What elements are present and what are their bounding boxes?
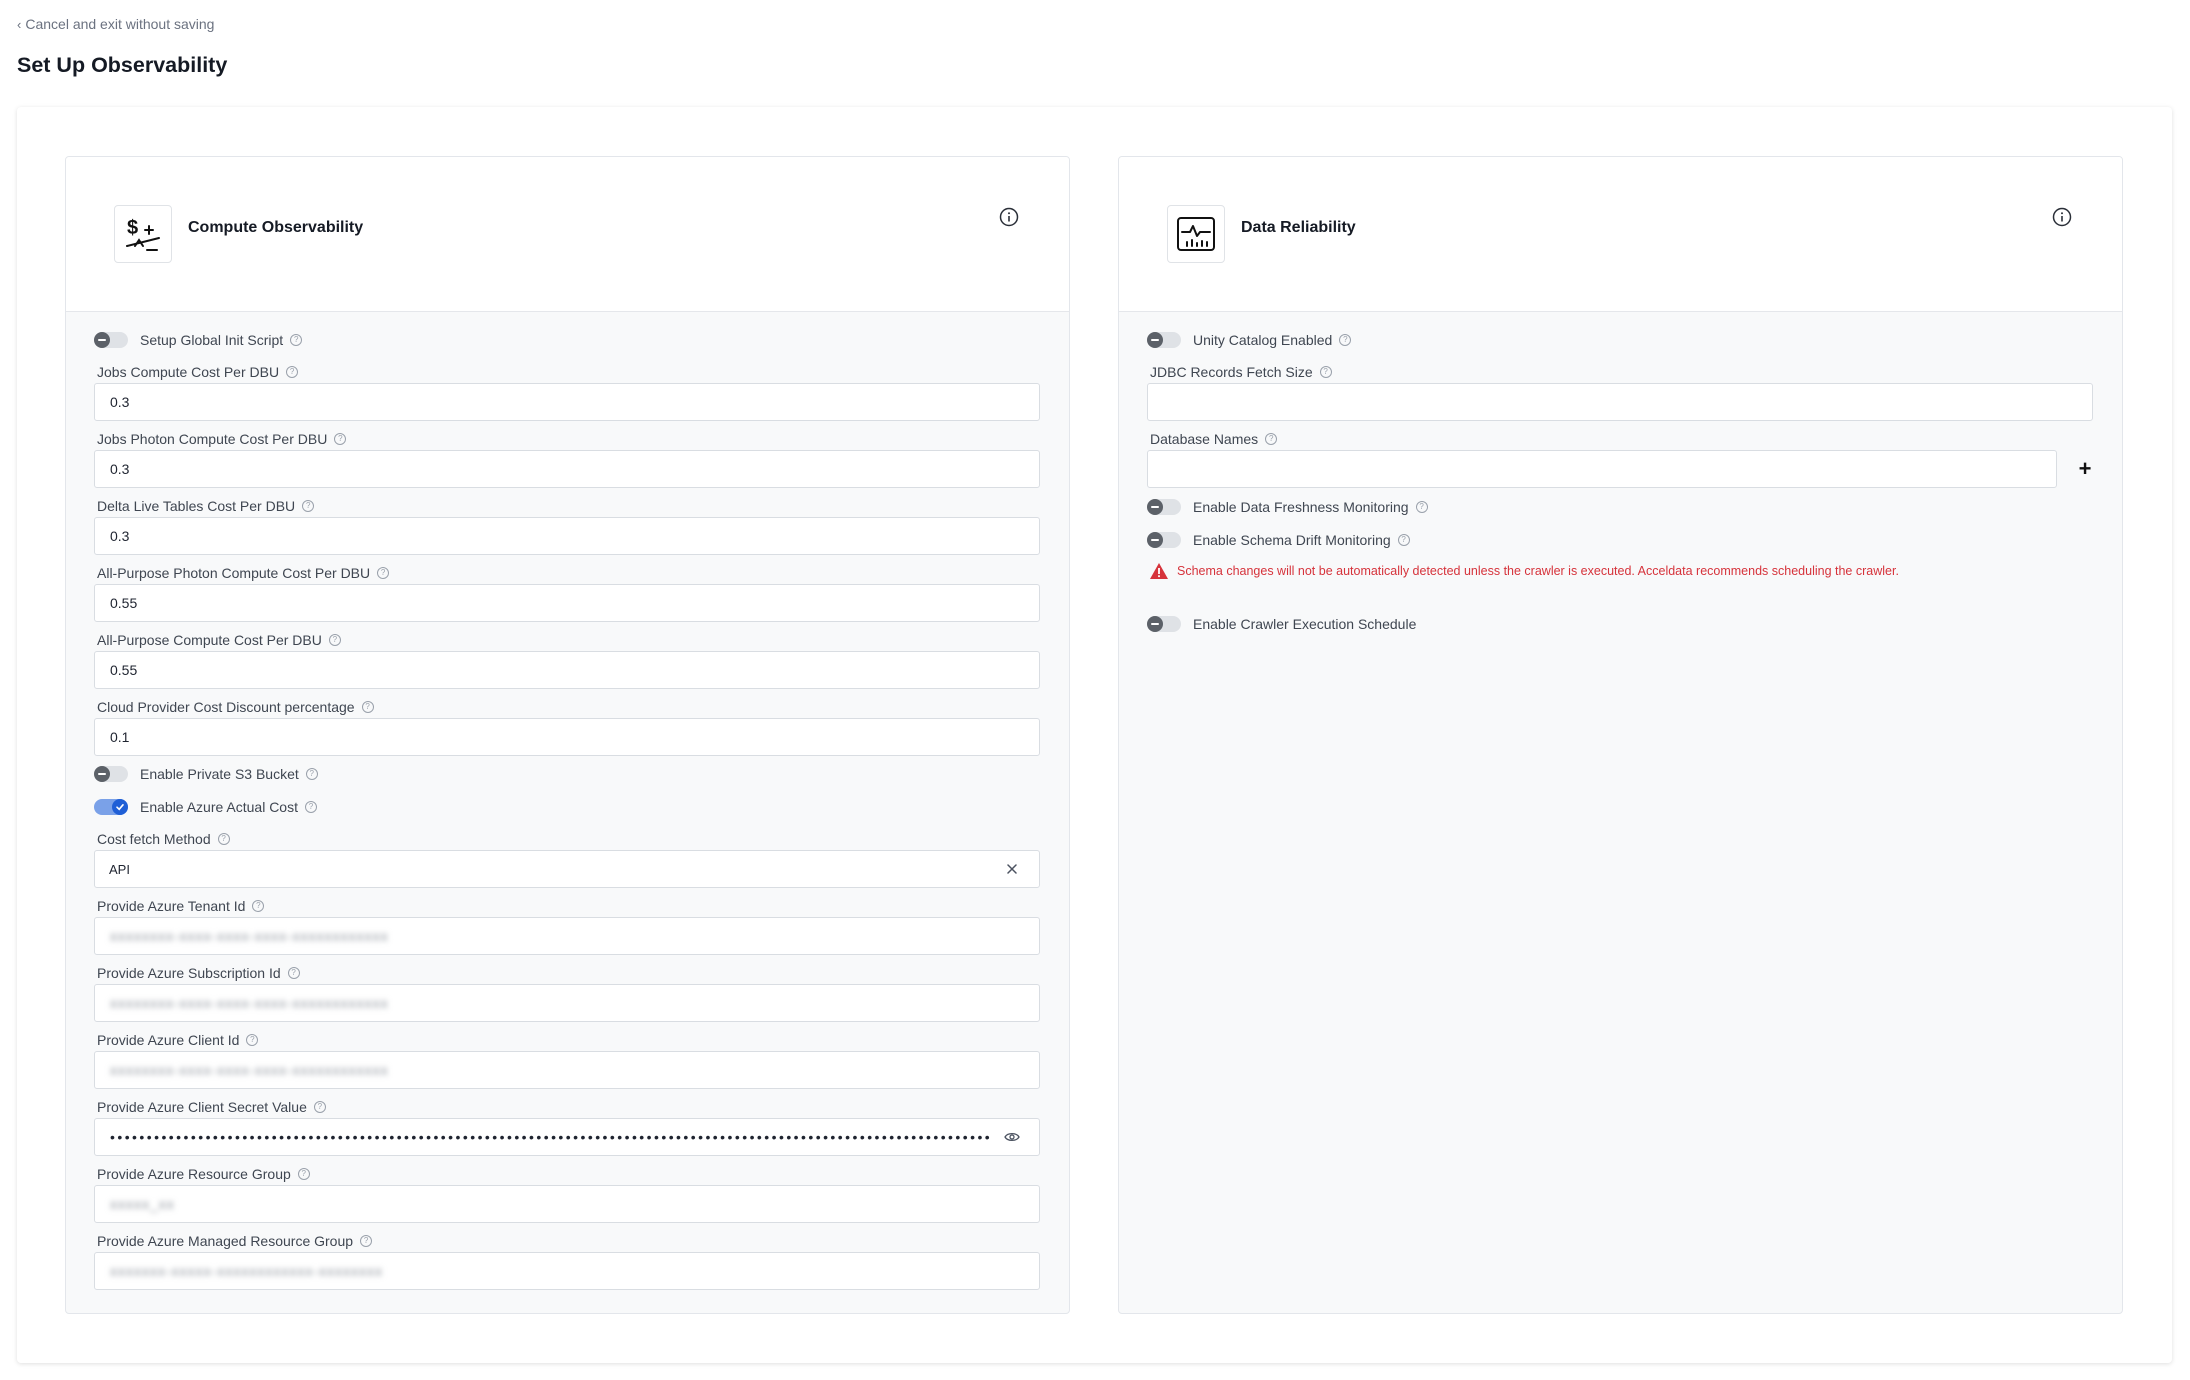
schema-drift-label: Enable Schema Drift Monitoring xyxy=(1193,532,1391,548)
schema-warning: Schema changes will not be automatically… xyxy=(1149,562,1899,580)
crawler-schedule-row: Enable Crawler Execution Schedule xyxy=(1147,616,1416,632)
freshness-toggle[interactable] xyxy=(1147,499,1181,515)
private-s3-row: Enable Private S3 Bucket ? xyxy=(94,766,318,782)
client-secret-input[interactable]: ••••••••••••••••••••••••••••••••••••••••… xyxy=(94,1118,1040,1156)
global-init-row: Setup Global Init Script ? xyxy=(94,332,303,348)
tenant-id-label: Provide Azure Tenant Id? xyxy=(97,898,265,914)
jobs-compute-input[interactable]: 0.3 xyxy=(94,383,1040,421)
subscription-id-input[interactable]: xxxxxxxx-xxxx-xxxx-xxxx-xxxxxxxxxxxx xyxy=(94,984,1040,1022)
schema-drift-toggle[interactable] xyxy=(1147,532,1181,548)
cost-fetch-label: Cost fetch Method? xyxy=(97,831,230,847)
add-database-button[interactable]: + xyxy=(2071,450,2099,488)
compute-panel-title: Compute Observability xyxy=(188,219,364,236)
help-icon[interactable]: ? xyxy=(1265,433,1278,445)
discount-input[interactable]: 0.1 xyxy=(94,718,1040,756)
global-init-label: Setup Global Init Script xyxy=(140,332,284,348)
cancel-exit-label: Cancel and exit without saving xyxy=(25,16,215,32)
warning-icon xyxy=(1150,563,1168,579)
crawler-schedule-label: Enable Crawler Execution Schedule xyxy=(1193,616,1417,632)
crawler-schedule-toggle[interactable] xyxy=(1147,616,1181,632)
managed-rg-label: Provide Azure Managed Resource Group? xyxy=(97,1233,373,1249)
compute-panel-header: $ Compute Observability xyxy=(66,157,1069,312)
help-icon[interactable]: ? xyxy=(361,701,374,713)
help-icon[interactable]: ? xyxy=(302,500,315,512)
jobs-photon-label: Jobs Photon Compute Cost Per DBU? xyxy=(97,431,347,447)
help-icon[interactable]: ? xyxy=(246,1034,259,1046)
data-reliability-panel: Data Reliability Unity Catalog Enabled ?… xyxy=(1118,156,2123,1314)
ap-photon-label: All-Purpose Photon Compute Cost Per DBU? xyxy=(97,565,390,581)
discount-label: Cloud Provider Cost Discount percentage? xyxy=(97,699,374,715)
unity-catalog-label: Unity Catalog Enabled xyxy=(1193,332,1333,348)
jdbc-fetch-input[interactable] xyxy=(1147,383,2093,421)
schema-warning-text: Schema changes will not be automatically… xyxy=(1177,564,1899,578)
private-s3-toggle[interactable] xyxy=(94,766,128,782)
dlt-cost-input[interactable]: 0.3 xyxy=(94,517,1040,555)
cost-scale-icon: $ xyxy=(114,205,172,263)
freshness-label: Enable Data Freshness Monitoring xyxy=(1193,499,1409,515)
subscription-id-label: Provide Azure Subscription Id? xyxy=(97,965,300,981)
compute-info-icon[interactable] xyxy=(999,207,1019,227)
svg-text:$: $ xyxy=(127,217,138,239)
reliability-panel-title: Data Reliability xyxy=(1241,219,1356,236)
database-names-label: Database Names? xyxy=(1150,431,1278,447)
global-init-toggle[interactable] xyxy=(94,332,128,348)
reliability-info-icon[interactable] xyxy=(2052,207,2072,227)
client-id-input[interactable]: xxxxxxxx-xxxx-xxxx-xxxx-xxxxxxxxxxxx xyxy=(94,1051,1040,1089)
help-icon[interactable]: ? xyxy=(286,366,299,378)
help-icon[interactable]: ? xyxy=(313,1101,326,1113)
unity-catalog-toggle[interactable] xyxy=(1147,332,1181,348)
help-icon[interactable]: ? xyxy=(297,1168,310,1180)
ap-compute-input[interactable]: 0.55 xyxy=(94,651,1040,689)
clear-icon[interactable] xyxy=(1003,860,1021,878)
client-secret-label: Provide Azure Client Secret Value? xyxy=(97,1099,326,1115)
help-icon[interactable]: ? xyxy=(328,634,341,646)
schema-drift-row: Enable Schema Drift Monitoring ? xyxy=(1147,532,1410,548)
help-icon[interactable]: ? xyxy=(334,433,347,445)
help-icon[interactable]: ? xyxy=(1339,334,1352,346)
database-names-input[interactable] xyxy=(1147,450,2057,488)
dlt-cost-label: Delta Live Tables Cost Per DBU? xyxy=(97,498,315,514)
help-icon[interactable]: ? xyxy=(377,567,390,579)
cost-fetch-select[interactable]: API xyxy=(94,850,1040,888)
help-icon[interactable]: ? xyxy=(252,900,265,912)
eye-icon[interactable] xyxy=(1003,1128,1021,1146)
resource-group-label: Provide Azure Resource Group? xyxy=(97,1166,310,1182)
help-icon[interactable]: ? xyxy=(1397,534,1410,546)
ap-photon-input[interactable]: 0.55 xyxy=(94,584,1040,622)
help-icon[interactable]: ? xyxy=(1415,501,1428,513)
compute-observability-panel: $ Compute Observability Setup Global Ini… xyxy=(65,156,1070,1314)
help-icon[interactable]: ? xyxy=(360,1235,373,1247)
chevron-left-icon: ‹ xyxy=(17,16,22,32)
azure-actual-cost-label: Enable Azure Actual Cost xyxy=(140,799,298,815)
help-icon[interactable]: ? xyxy=(305,801,317,813)
azure-actual-cost-row: Enable Azure Actual Cost ? xyxy=(94,799,317,815)
jobs-photon-input[interactable]: 0.3 xyxy=(94,450,1040,488)
setup-card: $ Compute Observability Setup Global Ini… xyxy=(17,107,2172,1363)
managed-rg-input[interactable]: xxxxxxx-xxxxx-xxxxxxxxxxxx-xxxxxxxx xyxy=(94,1252,1040,1290)
monitor-chart-icon xyxy=(1167,205,1225,263)
resource-group-input[interactable]: xxxxx_xx xyxy=(94,1185,1040,1223)
private-s3-label: Enable Private S3 Bucket xyxy=(140,766,299,782)
help-icon[interactable]: ? xyxy=(1319,366,1332,378)
help-icon[interactable]: ? xyxy=(287,967,300,979)
unity-catalog-row: Unity Catalog Enabled ? xyxy=(1147,332,1352,348)
azure-actual-cost-toggle[interactable] xyxy=(94,799,128,815)
jobs-compute-label: Jobs Compute Cost Per DBU? xyxy=(97,364,299,380)
client-id-label: Provide Azure Client Id? xyxy=(97,1032,259,1048)
freshness-row: Enable Data Freshness Monitoring ? xyxy=(1147,499,1428,515)
reliability-panel-header: Data Reliability xyxy=(1119,157,2122,312)
cancel-exit-link[interactable]: ‹ Cancel and exit without saving xyxy=(17,16,214,32)
tenant-id-input[interactable]: xxxxxxxx-xxxx-xxxx-xxxx-xxxxxxxxxxxx xyxy=(94,917,1040,955)
help-icon[interactable]: ? xyxy=(217,833,230,845)
help-icon[interactable]: ? xyxy=(290,334,303,346)
jdbc-fetch-label: JDBC Records Fetch Size? xyxy=(1150,364,1332,380)
page-title: Set Up Observability xyxy=(17,53,228,77)
help-icon[interactable]: ? xyxy=(305,768,318,780)
ap-compute-label: All-Purpose Compute Cost Per DBU? xyxy=(97,632,341,648)
